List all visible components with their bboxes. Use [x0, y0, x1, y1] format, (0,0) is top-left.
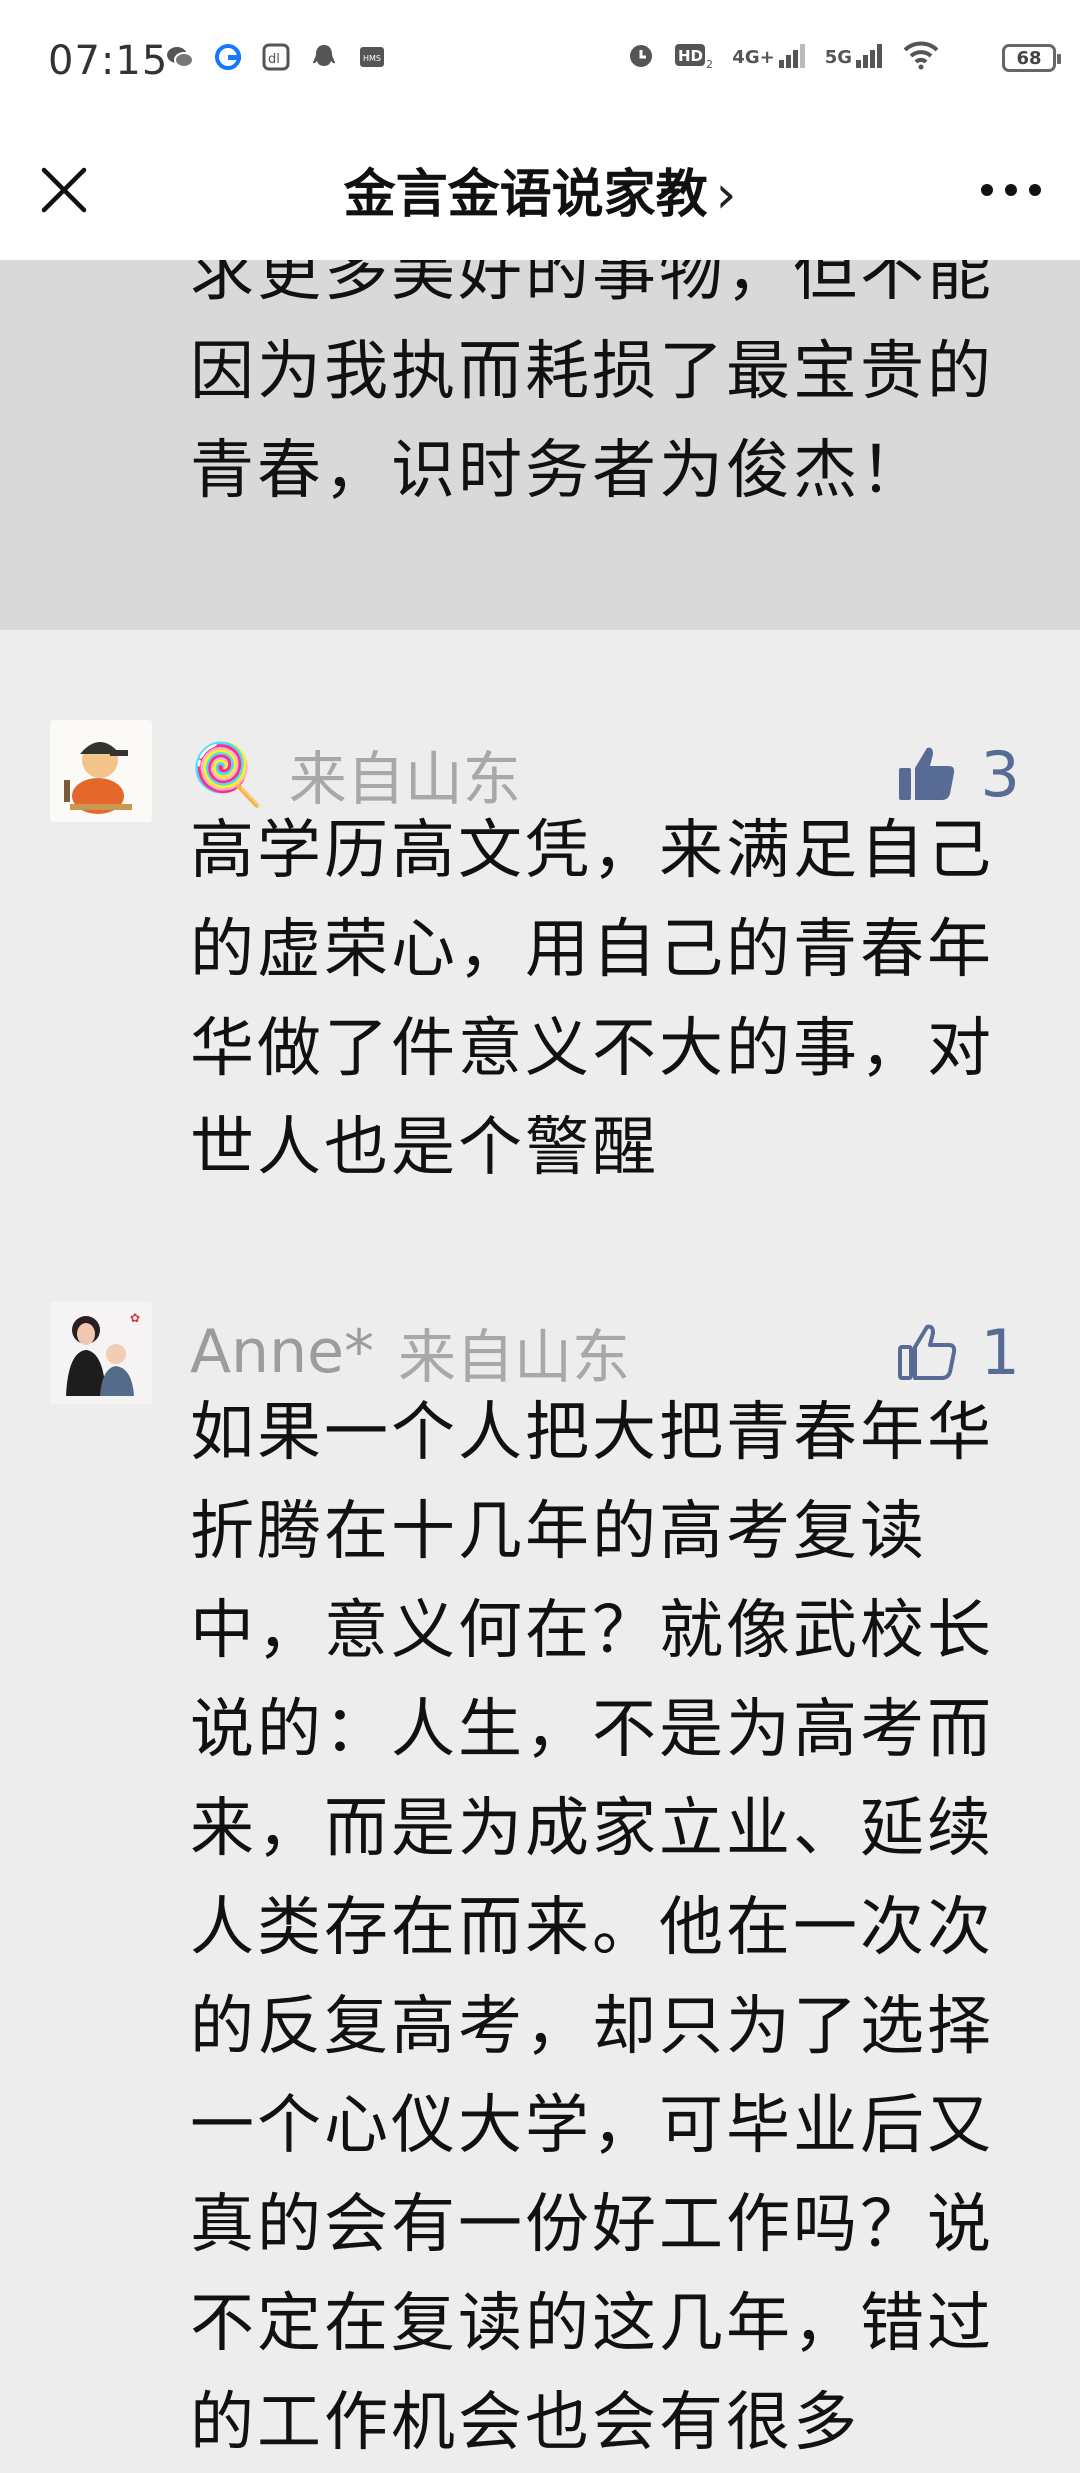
- wifi-icon: [903, 41, 939, 70]
- comment-header: Anne* 来自山东 1: [190, 1312, 1020, 1392]
- highlighted-comment[interactable]: 求更多美好的事物，但不能因为我执而耗损了最宝贵的青春，识时务者为俊杰！: [0, 260, 1080, 630]
- battery-icon: 68: [1002, 44, 1061, 72]
- comment-item[interactable]: ✿ Anne* 来自山东 1 如果一个人把大把青春年华折腾在十几年的高考复读中，…: [0, 1302, 1080, 2460]
- like-count: 1: [980, 1315, 1020, 1389]
- avatar-cartoon-image: [50, 720, 152, 822]
- thumbs-up-outline-icon: [897, 1324, 956, 1380]
- status-time: 07:15: [48, 38, 169, 84]
- hms-icon: HMS: [360, 47, 384, 67]
- battery-level: 68: [1016, 47, 1042, 69]
- status-right-icons: HD 2 4G+ 5G: [626, 40, 940, 70]
- page-title[interactable]: 金言金语说家教 ›: [0, 152, 1080, 227]
- comment-text: 高学历高文凭，来满足自己的虚荣心，用自己的青春年华做了件意义不大的事，对世人也是…: [190, 814, 994, 1185]
- svg-text:2: 2: [706, 58, 713, 70]
- thumbs-up-filled-icon: [898, 747, 954, 800]
- avatar[interactable]: ✿: [50, 1302, 152, 1404]
- svg-text:dl: dl: [268, 52, 280, 67]
- commenter-name[interactable]: Anne*: [190, 1317, 374, 1387]
- like-button[interactable]: 1: [895, 1312, 1020, 1392]
- chevron-right-icon: ›: [715, 165, 737, 225]
- hd-icon: HD 2: [675, 44, 713, 70]
- status-bar: 07:15 dl HMS HD 2 4G+ 5G 68: [0, 0, 1080, 122]
- wechat-icon: [167, 47, 194, 68]
- like-count: 3: [980, 737, 1020, 811]
- comment-text: 求更多美好的事物，但不能因为我执而耗损了最宝贵的青春，识时务者为俊杰！: [190, 260, 994, 508]
- avatar[interactable]: [50, 720, 152, 822]
- nav-bar: 金言金语说家教 ›: [0, 122, 1080, 260]
- network-5g-label: 5G: [824, 47, 852, 68]
- browser-icon: [215, 44, 241, 70]
- comment-text: 如果一个人把大把青春年华折腾在十几年的高考复读中，意义何在？就像武校长说的：人生…: [190, 1396, 994, 2460]
- signal-icon: [778, 44, 805, 68]
- svg-text:HD: HD: [678, 47, 703, 65]
- signal-icon: [856, 44, 882, 68]
- avatar-photo-image: ✿: [50, 1302, 152, 1404]
- commenter-name[interactable]: 🍭: [190, 739, 265, 810]
- comment-item[interactable]: 🍭 来自山东 3 高学历高文凭，来满足自己的虚荣心，用自己的青春年华做了件意义不…: [0, 720, 1080, 1240]
- alarm-icon: [630, 45, 653, 67]
- more-icon[interactable]: [978, 172, 1044, 208]
- notification-icons: dl HMS: [165, 42, 387, 72]
- qq-icon: [313, 45, 335, 66]
- comment-location: 来自山东: [398, 1323, 631, 1391]
- svg-text:HMS: HMS: [363, 54, 381, 63]
- svg-text:✿: ✿: [130, 1311, 140, 1325]
- news-app-icon: dl: [262, 43, 290, 71]
- title-text: 金言金语说家教: [343, 165, 708, 225]
- network-4g-label: 4G+: [732, 47, 775, 68]
